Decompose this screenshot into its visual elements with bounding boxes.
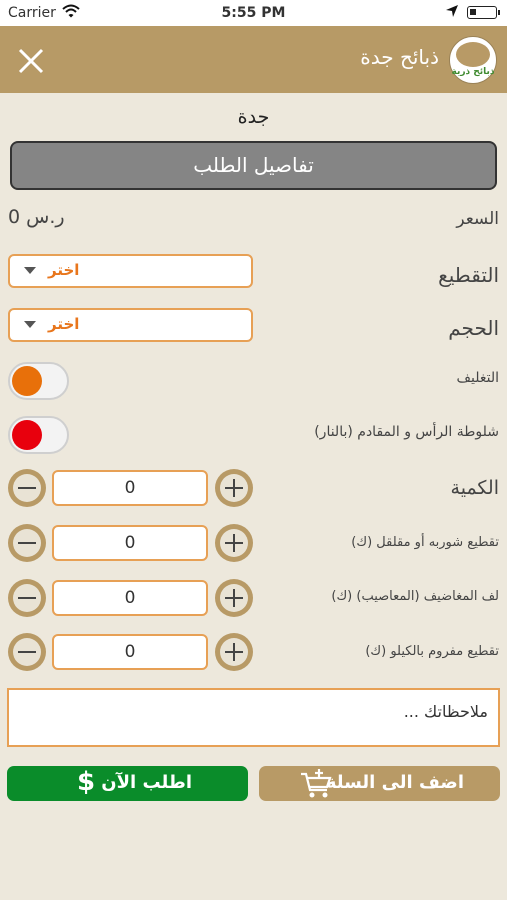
order-now-button[interactable]: $ اطلب الآن xyxy=(7,766,248,801)
order-details-button[interactable]: تفاصيل الطلب xyxy=(10,141,497,190)
wrap-decrement-button[interactable] xyxy=(8,579,46,617)
singeing-label: شلوطة الرأس و المقادم (بالنار) xyxy=(314,424,499,440)
minced-field[interactable]: 0 xyxy=(52,634,208,670)
order-now-label: اطلب الآن xyxy=(101,772,192,793)
size-select[interactable]: اختر xyxy=(8,308,253,342)
toggle-knob xyxy=(12,420,42,450)
add-to-cart-label: اضف الى السلة xyxy=(325,772,464,793)
minus-icon xyxy=(18,597,36,599)
wrap-label: لف المغاضيف (المعاصيب) (ك) xyxy=(331,589,499,604)
price-label: السعر xyxy=(456,209,499,229)
location-arrow-icon xyxy=(446,5,458,17)
quantity-increment-button[interactable] xyxy=(215,469,253,507)
dollar-icon: $ xyxy=(77,767,96,797)
packaging-label: التغليف xyxy=(456,370,500,386)
minus-icon xyxy=(18,651,36,653)
cutting-select[interactable]: اختر xyxy=(8,254,253,288)
notes-placeholder: ملاحظاتك ... xyxy=(403,702,488,721)
cutting-label: التقطيع xyxy=(438,263,499,287)
minced-increment-button[interactable] xyxy=(215,633,253,671)
soup-cut-field[interactable]: 0 xyxy=(52,525,208,561)
singeing-toggle[interactable] xyxy=(8,416,69,454)
packaging-toggle[interactable] xyxy=(8,362,69,400)
minus-icon xyxy=(18,487,36,489)
battery-icon xyxy=(467,6,500,19)
minced-label: تقطيع مفروم بالكيلو (ك) xyxy=(365,644,499,659)
quantity-label: الكمية xyxy=(450,477,499,499)
size-label: الحجم xyxy=(448,316,499,340)
add-to-cart-button[interactable]: اضف الى السلة xyxy=(259,766,500,801)
dropdown-arrow-icon xyxy=(24,321,36,328)
quantity-field[interactable]: 0 xyxy=(52,470,208,506)
wrap-increment-button[interactable] xyxy=(215,579,253,617)
minus-icon xyxy=(18,542,36,544)
soup-cut-increment-button[interactable] xyxy=(215,524,253,562)
soup-cut-label: تقطيع شوربه أو مقلقل (ك) xyxy=(351,535,499,550)
toggle-knob xyxy=(12,366,42,396)
status-bar: Carrier 5:55 PM xyxy=(0,0,507,26)
logo-text: ذبائح ذرية xyxy=(451,67,495,77)
soup-cut-decrement-button[interactable] xyxy=(8,524,46,562)
nav-bar: ذبائح جدة ذبائح ذرية xyxy=(0,26,507,93)
price-value: 0 ر.س xyxy=(8,206,65,228)
sheep-logo-icon xyxy=(456,42,490,67)
close-button[interactable] xyxy=(14,44,48,78)
notes-textarea[interactable]: ملاحظاتك ... xyxy=(7,688,500,747)
wrap-field[interactable]: 0 xyxy=(52,580,208,616)
dropdown-arrow-icon xyxy=(24,267,36,274)
minced-decrement-button[interactable] xyxy=(8,633,46,671)
brand-logo: ذبائح ذرية xyxy=(449,36,497,84)
page-title: ذبائح جدة xyxy=(360,45,439,69)
clock: 5:55 PM xyxy=(221,5,286,21)
city-heading: جدة xyxy=(237,106,270,128)
size-select-value: اختر xyxy=(48,315,80,333)
quantity-decrement-button[interactable] xyxy=(8,469,46,507)
cutting-select-value: اختر xyxy=(48,261,80,279)
